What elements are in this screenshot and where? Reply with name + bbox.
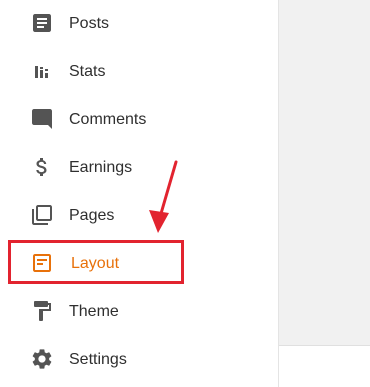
sidebar-item-stats[interactable]: Stats [0,50,278,94]
sidebar-item-comments[interactable]: Comments [0,98,278,142]
gear-icon [30,347,54,371]
main-content-area [279,0,370,345]
sidebar-item-label: Comments [69,111,147,128]
comments-icon [30,107,54,131]
sidebar-item-settings[interactable]: Settings [0,338,278,382]
dollar-icon [30,155,54,179]
sidebar-item-pages[interactable]: Pages [0,194,278,238]
sidebar-item-layout[interactable]: Layout [0,242,278,286]
posts-icon [30,11,54,35]
pages-icon [30,203,54,227]
sidebar-item-earnings[interactable]: Earnings [0,146,278,190]
main-content-bottom-border [279,345,370,346]
sidebar-item-label: Layout [71,255,120,272]
sidebar: Posts Stats Comments Earnings Pages Layo… [0,0,278,387]
layout-icon [30,251,54,275]
sidebar-item-label: Stats [69,63,106,80]
stats-icon [30,59,54,83]
sidebar-item-label: Pages [69,207,115,224]
sidebar-item-label: Posts [69,15,110,32]
paint-roller-icon [30,299,54,323]
sidebar-item-label: Earnings [69,159,133,176]
sidebar-item-posts[interactable]: Posts [0,2,278,46]
sidebar-item-label: Settings [69,351,127,368]
sidebar-item-theme[interactable]: Theme [0,290,278,334]
sidebar-item-label: Theme [69,303,119,320]
